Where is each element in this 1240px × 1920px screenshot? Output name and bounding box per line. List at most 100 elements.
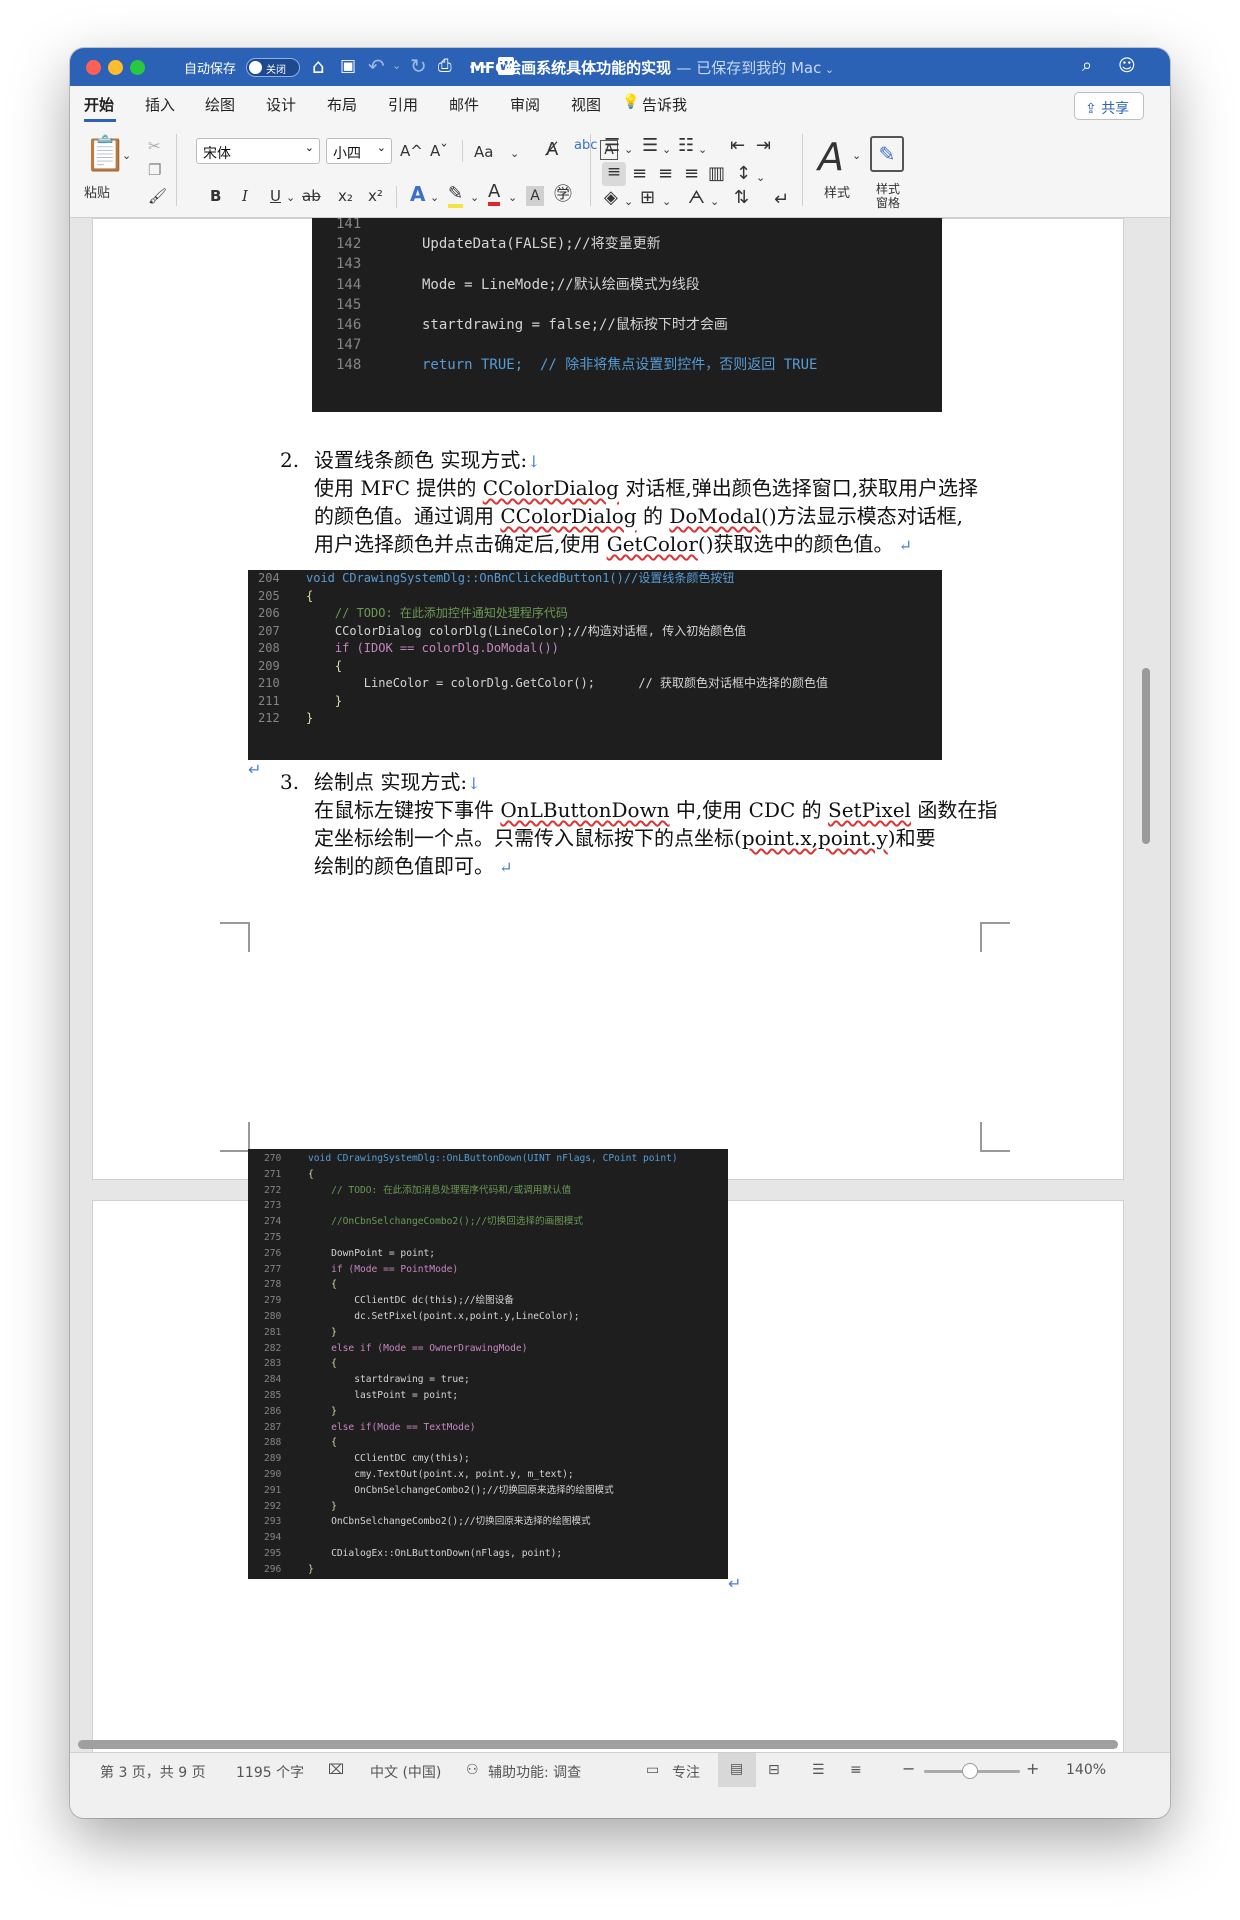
superscript-button[interactable]: x²: [368, 186, 383, 206]
print-layout-icon[interactable]: ▤: [718, 1753, 756, 1787]
text-run: 定坐标绘制一个点。只需传入鼠标按下的点坐标(: [314, 826, 742, 850]
home-icon[interactable]: ⌂: [312, 54, 325, 78]
chevron-down-icon[interactable]: ⌄: [470, 188, 479, 208]
phonetic-guide-icon[interactable]: abc: [574, 136, 597, 156]
paste-icon[interactable]: 📋: [84, 134, 126, 174]
align-right-icon[interactable]: ≡: [658, 164, 673, 184]
clear-formatting-icon[interactable]: A̸: [546, 140, 558, 160]
chevron-down-icon: ⌄: [821, 63, 835, 76]
undo-dropdown-icon[interactable]: ⌄: [392, 54, 401, 78]
zoom-level[interactable]: 140%: [1066, 1762, 1106, 1778]
tab-tell-me[interactable]: 告诉我: [642, 94, 687, 115]
chevron-down-icon[interactable]: ⌄: [852, 146, 861, 166]
draft-icon[interactable]: ≡: [850, 1762, 862, 1778]
multilevel-list-icon[interactable]: ☷: [678, 136, 694, 156]
align-center-icon[interactable]: ≡: [632, 164, 647, 184]
search-icon[interactable]: ⌕: [1082, 54, 1092, 78]
zoom-out-button[interactable]: −: [902, 1759, 915, 1778]
code-text: CClientDC dc(this);//绘图设备: [308, 1295, 514, 1307]
decrease-indent-icon[interactable]: ⇤: [730, 136, 745, 156]
share-button[interactable]: ⇪ 共享: [1074, 92, 1144, 120]
chevron-down-icon[interactable]: ⌄: [710, 192, 719, 212]
increase-indent-icon[interactable]: ⇥: [756, 136, 771, 156]
tab-review[interactable]: 审阅: [510, 94, 540, 115]
chevron-down-icon[interactable]: ⌄: [510, 144, 519, 164]
font-name-select[interactable]: 宋体 ⌄: [196, 138, 320, 164]
bold-button[interactable]: B: [210, 186, 221, 206]
change-case-button[interactable]: Aa: [474, 142, 493, 162]
tab-draw[interactable]: 绘图: [205, 94, 235, 115]
tab-layout[interactable]: 布局: [327, 94, 357, 115]
chevron-down-icon[interactable]: ⌄: [662, 192, 671, 212]
font-color-icon[interactable]: A: [488, 182, 501, 206]
proofing-icon[interactable]: ⌧: [328, 1762, 344, 1778]
format-painter-icon[interactable]: 🖌: [148, 186, 167, 206]
web-layout-icon[interactable]: ⊟: [768, 1762, 780, 1778]
vertical-scrollbar[interactable]: [1142, 668, 1150, 844]
asian-layout-icon[interactable]: ᗅ: [688, 188, 705, 208]
undo-icon[interactable]: ↶: [368, 54, 385, 78]
chevron-down-icon[interactable]: ⌄: [508, 188, 517, 208]
zoom-slider-thumb[interactable]: [962, 1763, 978, 1779]
styles-pane-icon[interactable]: ✎: [870, 136, 904, 172]
shrink-font-button[interactable]: Aˇ: [430, 141, 448, 161]
cut-icon[interactable]: ✂: [148, 136, 161, 156]
chevron-down-icon[interactable]: ⌄: [698, 140, 707, 160]
bullets-icon[interactable]: ☰: [604, 136, 620, 156]
text-effects-icon[interactable]: A: [410, 184, 425, 204]
chevron-down-icon[interactable]: ⌄: [430, 188, 439, 208]
italic-button[interactable]: I: [242, 186, 248, 206]
tab-references[interactable]: 引用: [388, 94, 418, 115]
language-status[interactable]: 中文 (中国): [370, 1762, 441, 1782]
grow-font-button[interactable]: A^: [400, 141, 423, 161]
copy-icon[interactable]: ❐: [148, 160, 161, 180]
horizontal-scrollbar[interactable]: [78, 1740, 1118, 1749]
paste-dropdown-icon[interactable]: ⌄: [122, 146, 131, 166]
subscript-button[interactable]: x₂: [338, 186, 353, 206]
chevron-down-icon[interactable]: ⌄: [756, 168, 765, 188]
focus-label[interactable]: 专注: [672, 1762, 700, 1782]
accessibility-status[interactable]: 辅助功能: 调查: [488, 1762, 581, 1782]
highlight-icon[interactable]: ✎: [448, 184, 464, 208]
borders-icon[interactable]: ⊞: [640, 188, 655, 208]
tab-insert[interactable]: 插入: [145, 94, 175, 115]
tab-design[interactable]: 设计: [266, 94, 296, 115]
strikethrough-button[interactable]: ab: [302, 186, 321, 206]
autosave-toggle[interactable]: 关闭: [246, 58, 300, 77]
sort-icon[interactable]: ⇅: [734, 188, 749, 208]
tab-view[interactable]: 视图: [571, 94, 601, 115]
align-left-icon[interactable]: ≡: [602, 162, 626, 186]
enclose-character-icon[interactable]: ㊫: [554, 185, 572, 205]
chevron-down-icon[interactable]: ⌄: [286, 188, 295, 208]
underline-button[interactable]: U: [270, 186, 281, 206]
zoom-in-button[interactable]: +: [1026, 1759, 1039, 1778]
distributed-icon[interactable]: ▥: [708, 164, 725, 184]
tab-mailings[interactable]: 邮件: [449, 94, 479, 115]
account-icon[interactable]: ☺: [1118, 54, 1136, 78]
character-shading-icon[interactable]: A: [526, 186, 544, 206]
styles-icon[interactable]: A: [818, 136, 844, 178]
line-spacing-icon[interactable]: ↕: [736, 164, 751, 184]
document-area[interactable]: 141 142 UpdateData(FALSE);//将变量更新 143 144 Mod…: [70, 218, 1170, 1752]
justify-icon[interactable]: ≡: [684, 164, 699, 184]
print-icon[interactable]: ⎙: [438, 54, 452, 78]
redo-icon[interactable]: ↻: [410, 54, 427, 78]
tab-home[interactable]: 开始: [84, 94, 114, 115]
page-count[interactable]: 第 3 页，共 9 页: [100, 1762, 206, 1782]
outline-icon[interactable]: ☰: [812, 1762, 825, 1778]
chevron-down-icon[interactable]: ⌄: [624, 192, 633, 212]
chevron-down-icon[interactable]: ⌄: [624, 140, 633, 160]
save-icon[interactable]: ▣: [340, 54, 356, 78]
document-title[interactable]: MFC绘画系统具体功能的实现 — 已保存到我的 Mac ⌄: [470, 57, 834, 78]
numbering-icon[interactable]: ☰: [642, 136, 658, 156]
word-count[interactable]: 1195 个字: [236, 1762, 304, 1782]
line-number: 207: [258, 623, 280, 638]
show-paragraph-marks-icon[interactable]: ↵: [774, 190, 789, 210]
zoom-window-button[interactable]: [130, 60, 145, 75]
focus-icon[interactable]: ▭: [646, 1762, 659, 1778]
minimize-window-button[interactable]: [108, 60, 123, 75]
font-size-select[interactable]: 小四 ⌄: [326, 138, 392, 164]
chevron-down-icon[interactable]: ⌄: [662, 140, 671, 160]
close-window-button[interactable]: [86, 60, 101, 75]
shading-icon[interactable]: ◈: [604, 188, 618, 208]
